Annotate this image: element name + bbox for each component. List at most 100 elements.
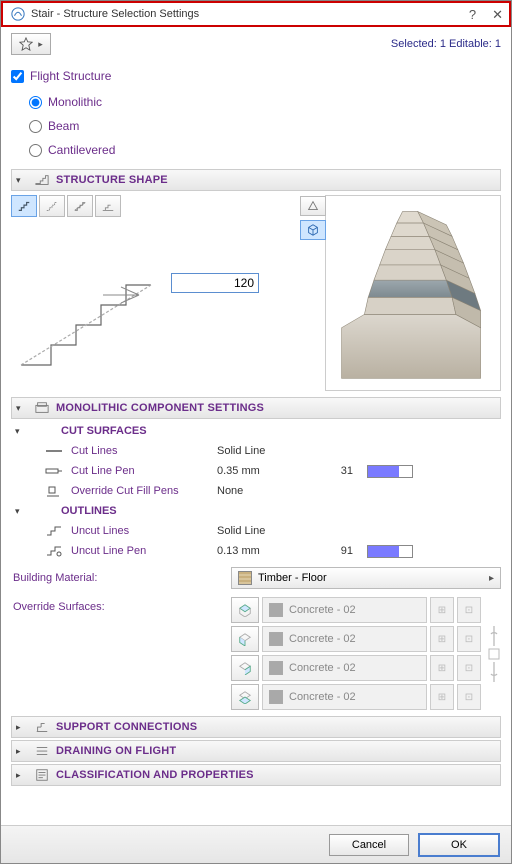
fill-pen-icon [43,484,65,498]
surface-row-2[interactable]: Concrete - 02 [262,626,427,652]
draining-icon [34,743,50,759]
concrete-swatch-icon [269,603,283,617]
uncut-pen-icon [43,544,65,558]
surface-row-4[interactable]: Concrete - 02 [262,684,427,710]
surface-opt-b-1[interactable]: ⊡ [457,597,481,623]
building-material-dropdown[interactable]: Timber - Floor [231,567,501,589]
cut-surfaces-title: CUT SURFACES [61,425,147,437]
section-monolithic[interactable]: ▾ MONOLITHIC COMPONENT SETTINGS [11,397,501,419]
surface-opt-a-2[interactable]: ⊞ [430,626,454,652]
concrete-swatch-icon [269,690,283,704]
surface-toggle-bottom[interactable] [231,684,259,710]
prop-name: Cut Line Pen [71,465,211,477]
concrete-swatch-icon [269,661,283,675]
stair-profile-4-button[interactable] [95,195,121,217]
prop-value: Solid Line [217,525,317,537]
prop-uncut-lines[interactable]: Uncut Lines Solid Line [15,521,501,541]
surface-value: Concrete - 02 [289,604,356,616]
preview-panel [325,195,501,391]
surface-toggle-front[interactable] [231,655,259,681]
surface-toggle-top[interactable] [231,597,259,623]
title-bar: Stair - Structure Selection Settings ? ✕ [1,1,511,27]
section-classification[interactable]: ▸ CLASSIFICATION AND PROPERTIES [11,764,501,786]
pen-swatch[interactable] [367,545,413,558]
surface-opt-a-3[interactable]: ⊞ [430,655,454,681]
pen-swatch[interactable] [367,465,413,478]
prop-index: 91 [323,545,361,557]
flight-structure-label: Flight Structure [30,69,111,83]
chevron-down-icon: ▾ [15,426,27,437]
section-support-connections[interactable]: ▸ SUPPORT CONNECTIONS [11,716,501,738]
flight-structure-checkbox-row: Flight Structure [11,69,501,83]
stair-profile-1-button[interactable] [11,195,37,217]
radio-cantilevered-label: Cantilevered [48,143,115,157]
flight-structure-checkbox[interactable] [11,70,24,83]
surface-opt-b-2[interactable]: ⊡ [457,626,481,652]
prop-index: 31 [323,465,361,477]
surface-opt-a-4[interactable]: ⊞ [430,684,454,710]
monolithic-title: MONOLITHIC COMPONENT SETTINGS [56,402,264,414]
close-icon[interactable]: ✕ [492,7,503,23]
chevron-down-icon: ▾ [16,175,28,186]
prop-cut-line-pen[interactable]: Cut Line Pen 0.35 mm 31 [15,461,501,481]
radio-cantilevered-row: Cantilevered [29,143,501,157]
prop-name: Uncut Line Pen [71,545,211,557]
classification-icon [34,767,50,783]
cut-surfaces-header[interactable]: ▾ CUT SURFACES [15,421,501,441]
stair-3d-preview [332,202,494,383]
radio-beam-label: Beam [48,119,79,133]
chevron-down-icon: ▾ [16,403,28,414]
radio-cantilevered[interactable] [29,144,42,157]
prop-value: Solid Line [217,445,317,457]
prop-name: Override Cut Fill Pens [71,485,211,497]
star-icon [19,37,33,51]
dialog-footer: Cancel OK [1,825,511,863]
prop-override-cut-fill[interactable]: Override Cut Fill Pens None [15,481,501,501]
surface-toggle-side[interactable] [231,626,259,652]
prop-uncut-line-pen[interactable]: Uncut Line Pen 0.13 mm 91 [15,541,501,561]
building-material-value: Timber - Floor [258,572,327,584]
ok-button[interactable]: OK [419,834,499,856]
material-swatch-icon [238,571,252,585]
cancel-button[interactable]: Cancel [329,834,409,856]
perspective-icon[interactable] [300,196,326,216]
prop-name: Uncut Lines [71,525,211,537]
radio-beam-row: Beam [29,119,501,133]
radio-monolithic-label: Monolithic [48,95,102,109]
radio-monolithic[interactable] [29,96,42,109]
chevron-right-icon: ▸ [16,746,28,757]
radio-beam[interactable] [29,120,42,133]
surface-opt-a-1[interactable]: ⊞ [430,597,454,623]
stair-profile-3-button[interactable] [67,195,93,217]
surface-value: Concrete - 02 [289,633,356,645]
dimension-input[interactable] [171,273,259,293]
link-surfaces-icon[interactable] [487,597,501,710]
structure-shape-icon [34,172,50,188]
prop-cut-lines[interactable]: Cut Lines Solid Line [15,441,501,461]
outlines-header[interactable]: ▾ OUTLINES [15,501,501,521]
support-title: SUPPORT CONNECTIONS [56,721,197,733]
section-draining[interactable]: ▸ DRAINING ON FLIGHT [11,740,501,762]
window-title: Stair - Structure Selection Settings [31,8,199,20]
classification-title: CLASSIFICATION AND PROPERTIES [56,769,254,781]
prop-name: Cut Lines [71,445,211,457]
section-structure-shape[interactable]: ▾ STRUCTURE SHAPE [11,169,501,191]
favorites-button[interactable] [11,33,51,55]
cube-toggle-icon[interactable] [300,220,326,240]
surface-row-3[interactable]: Concrete - 02 [262,655,427,681]
monolithic-icon [34,400,50,416]
stair-profile-2-button[interactable] [39,195,65,217]
surface-row-1[interactable]: Concrete - 02 [262,597,427,623]
surface-opt-b-4[interactable]: ⊡ [457,684,481,710]
override-surfaces-label: Override Surfaces: [11,597,225,710]
chevron-right-icon: ▸ [16,770,28,781]
support-icon [34,719,50,735]
draining-title: DRAINING ON FLIGHT [56,745,176,757]
prop-value: 0.13 mm [217,545,317,557]
help-icon[interactable]: ? [469,7,476,23]
chevron-right-icon: ▸ [16,722,28,733]
uncut-line-icon [43,524,65,538]
surface-opt-b-3[interactable]: ⊡ [457,655,481,681]
surface-value: Concrete - 02 [289,662,356,674]
prop-value: 0.35 mm [217,465,317,477]
